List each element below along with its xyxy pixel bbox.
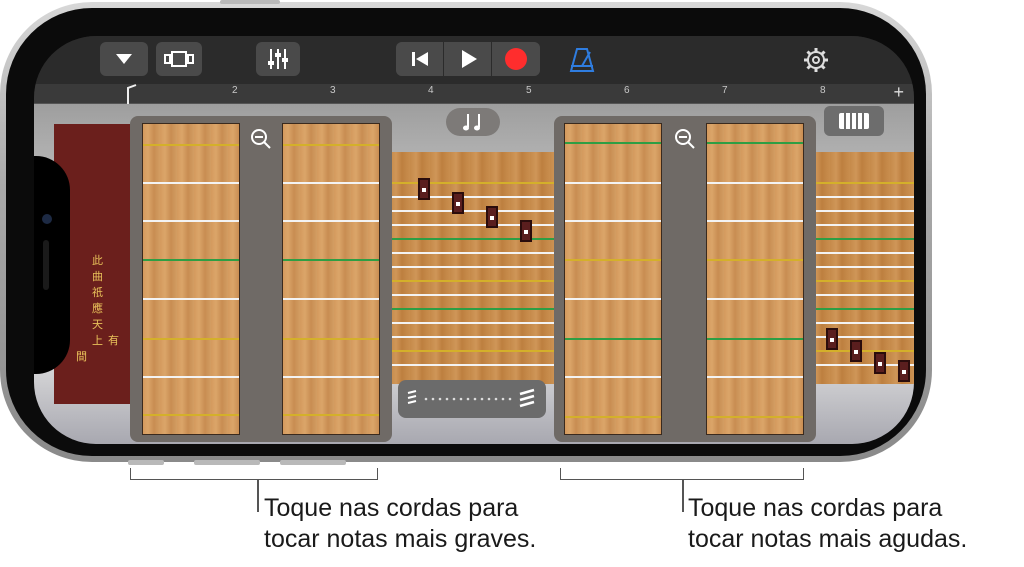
low-notes-caption: Toque nas cordas para tocar notas mais g… — [264, 493, 536, 555]
power-button — [220, 0, 280, 4]
front-camera-icon — [42, 214, 52, 224]
high-notes-caption: Toque nas cordas para tocar notas mais a… — [688, 493, 967, 555]
browser-view-icon[interactable] — [156, 42, 202, 76]
ruler-mark: 2 — [232, 85, 238, 96]
notch — [34, 156, 70, 374]
guzheng-instrument: 此 曲 祇 應 天 上 有 間 — [34, 104, 914, 444]
ruler-mark: 3 — [330, 85, 336, 96]
string-pad[interactable] — [142, 123, 240, 435]
string-pad[interactable] — [706, 123, 804, 435]
string-bridge — [826, 328, 838, 350]
play-icon[interactable] — [444, 42, 492, 76]
music-notes-icon[interactable] — [446, 108, 500, 136]
string-bridge — [850, 340, 862, 362]
calligraphy-char: 天 — [92, 319, 103, 331]
transport-controls — [396, 42, 540, 76]
ruler-mark: 6 — [624, 85, 630, 96]
calligraphy-char: 祇 — [92, 287, 103, 299]
playhead-icon[interactable] — [126, 84, 138, 104]
caption-line: tocar notas mais graves. — [264, 525, 537, 553]
mixer-sliders-icon[interactable] — [256, 42, 300, 76]
volume-button — [128, 460, 164, 465]
low-notes-bracket — [130, 468, 378, 480]
caption-line: Toque nas cordas para — [264, 494, 519, 522]
ruler-mark: 4 — [428, 85, 434, 96]
string-bridge — [520, 220, 532, 242]
speaker-grille — [43, 240, 49, 290]
caption-line: Toque nas cordas para — [688, 494, 943, 522]
volume-down-button — [280, 460, 346, 465]
string-bridge — [418, 178, 430, 200]
low-notes-leader — [257, 480, 259, 512]
zoom-out-icon[interactable] — [674, 128, 696, 150]
ruler-mark: 5 — [526, 85, 532, 96]
settings-gear-icon[interactable] — [802, 46, 830, 74]
phone-body: 2 3 4 5 6 7 8 + 此 曲 祇 應 天 上 有 間 — [6, 8, 926, 456]
high-notes-leader — [682, 480, 684, 512]
dropdown-triangle-icon[interactable] — [100, 42, 148, 76]
phone-screen: 2 3 4 5 6 7 8 + 此 曲 祇 應 天 上 有 間 — [34, 36, 914, 444]
high-notes-bracket — [560, 468, 804, 480]
glissando-slider-icon[interactable] — [398, 380, 546, 418]
calligraphy-char: 應 — [92, 303, 103, 315]
zoom-out-icon[interactable] — [250, 128, 272, 150]
calligraphy-char: 有 — [108, 335, 119, 347]
calligraphy-char: 此 — [92, 255, 103, 267]
string-bridge — [486, 206, 498, 228]
metronome-icon[interactable] — [568, 46, 596, 74]
string-bridge — [898, 360, 910, 382]
record-icon[interactable] — [492, 42, 540, 76]
calligraphy-char: 上 — [92, 335, 103, 347]
string-bridge — [874, 352, 886, 374]
low-notes-strip — [130, 116, 392, 442]
add-section-button[interactable]: + — [893, 82, 904, 103]
string-pad[interactable] — [564, 123, 662, 435]
ruler-mark: 8 — [820, 85, 826, 96]
strings-view-icon[interactable] — [824, 106, 884, 136]
calligraphy-char: 間 — [76, 351, 87, 363]
caption-line: tocar notas mais agudas. — [688, 525, 968, 553]
high-notes-strip — [554, 116, 816, 442]
calligraphy-char: 曲 — [92, 271, 103, 283]
string-pad[interactable] — [282, 123, 380, 435]
screenshot-stage: 2 3 4 5 6 7 8 + 此 曲 祇 應 天 上 有 間 Toque na… — [0, 0, 1024, 567]
volume-up-button — [194, 460, 260, 465]
ruler-mark: 7 — [722, 85, 728, 96]
timeline-ruler[interactable]: 2 3 4 5 6 7 8 + — [34, 82, 914, 104]
control-bar — [34, 36, 914, 84]
string-bridge — [452, 192, 464, 214]
rewind-to-start-icon[interactable] — [396, 42, 444, 76]
